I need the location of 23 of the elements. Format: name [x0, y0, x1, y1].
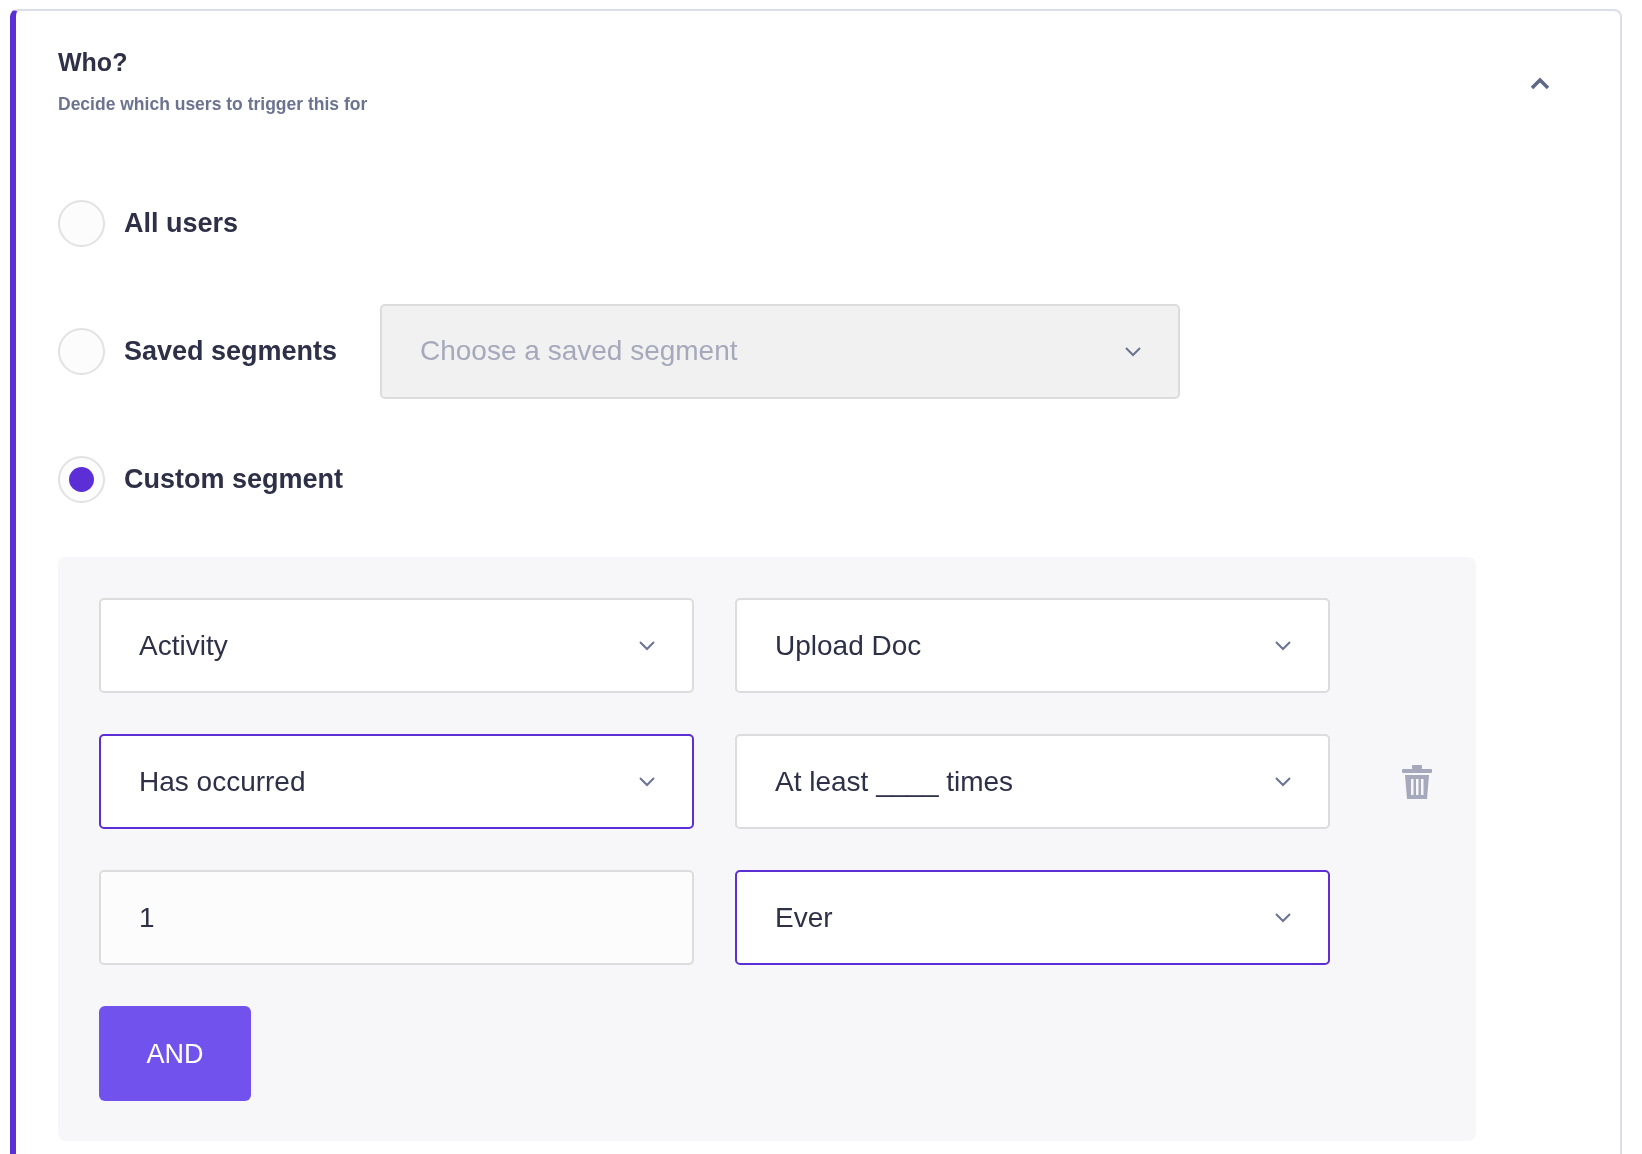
dropdown-field[interactable]: At least ____ times: [735, 734, 1330, 830]
dropdown-field[interactable]: Activity: [99, 598, 694, 694]
dropdown-field[interactable]: Upload Doc: [735, 598, 1330, 694]
section-title: Who?: [58, 47, 129, 77]
dropdown-field[interactable]: Ever: [735, 870, 1330, 966]
caret-icon: [1274, 776, 1292, 788]
caret-icon: [638, 640, 656, 652]
caret-icon: [1124, 345, 1142, 357]
section-subtitle: Decide which users to trigger this for: [58, 93, 368, 116]
radio-button[interactable]: [58, 327, 105, 375]
caret-icon: [1274, 912, 1292, 924]
collapse-chevron-icon[interactable]: [1530, 77, 1550, 91]
and-button[interactable]: AND: [99, 1006, 251, 1102]
input-field[interactable]: 1: [99, 870, 694, 966]
option-label: All users: [124, 207, 240, 240]
caret-icon: [638, 776, 656, 788]
radio-button[interactable]: [58, 199, 105, 247]
trash-icon[interactable]: [1401, 763, 1433, 800]
radio-button[interactable]: [58, 455, 105, 503]
dropdown-field[interactable]: Has occurred: [99, 734, 694, 830]
option-label: Custom segment: [124, 463, 345, 496]
caret-icon: [1274, 640, 1292, 652]
option-label: Saved segments: [124, 335, 339, 368]
